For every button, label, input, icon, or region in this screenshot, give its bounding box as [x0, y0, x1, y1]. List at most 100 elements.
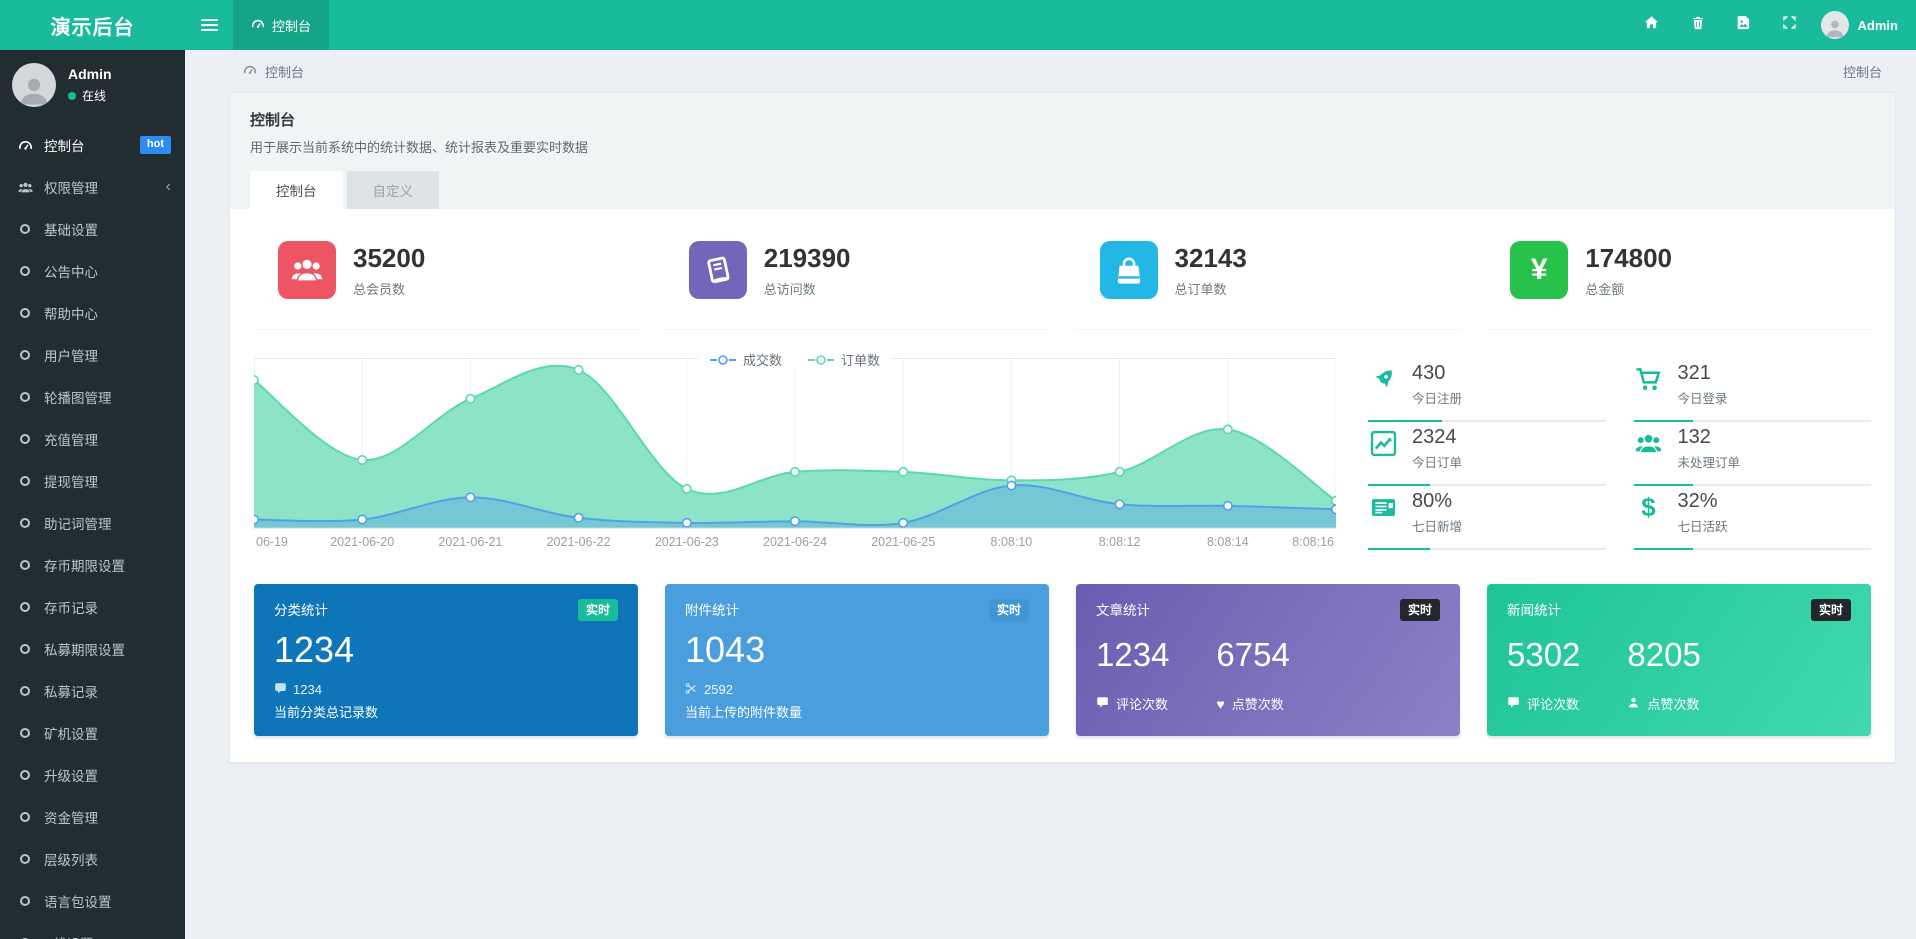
card-title: 新闻统计 [1507, 599, 1561, 619]
sidebar-user-name: Admin [68, 66, 112, 82]
cart-icon [1634, 364, 1664, 394]
sidebar-item-19[interactable]: K线设置 [0, 922, 185, 939]
circle-o-icon [16, 476, 34, 486]
realtime-badge: 实时 [1811, 599, 1851, 621]
stat-label: 总访问数 [764, 279, 851, 298]
breadcrumb-right[interactable]: 控制台 [1843, 62, 1882, 81]
sidebar-item-label: 助记词管理 [44, 513, 112, 533]
card-metric-label: 评论次数 [1507, 694, 1627, 713]
stat-card-orders: 32143 总订单数 [1076, 237, 1461, 330]
main-content: 控制台 控制台 控制台 用于展示当前系统中的统计数据、统计报表及重要实时数据 控… [185, 50, 1916, 939]
stat-card-visits: 219390 总访问数 [665, 237, 1050, 330]
circle-o-icon [16, 392, 34, 402]
svg-text:8:08:12: 8:08:12 [1099, 535, 1141, 549]
sidebar-item-8[interactable]: 提现管理 [0, 460, 185, 502]
heart-icon: ♥ [1216, 697, 1224, 711]
summary-cards-row: 分类统计 实时 1234 1234 当前分类总记录数 附件统计 [254, 584, 1871, 736]
comment-icon [1507, 696, 1520, 712]
sidebar-item-17[interactable]: 层级列表 [0, 838, 185, 880]
sidebar-item-1[interactable]: 权限管理 ‹ [0, 166, 185, 208]
user-icon [1627, 696, 1640, 712]
trash-icon [1691, 15, 1705, 35]
sidebar-item-label: 存币期限设置 [44, 555, 125, 575]
page-title: 控制台 [250, 109, 1875, 130]
sidebar-item-label: 权限管理 [44, 177, 98, 197]
circle-o-icon [16, 560, 34, 570]
nav-tab-dashboard[interactable]: 控制台 [233, 0, 329, 50]
sidebar-item-18[interactable]: 语言包设置 [0, 880, 185, 922]
mini-stat-label: 今日注册 [1412, 388, 1462, 407]
card-value: 5302 [1507, 637, 1627, 673]
sidebar-item-7[interactable]: 充值管理 [0, 418, 185, 460]
breadcrumb-current[interactable]: 控制台 [243, 62, 304, 81]
sidebar-item-15[interactable]: 升级设置 [0, 754, 185, 796]
sidebar-item-10[interactable]: 存币期限设置 [0, 544, 185, 586]
sidebar-item-14[interactable]: 矿机设置 [0, 712, 185, 754]
dashboard-icon [16, 138, 34, 153]
fullscreen-button[interactable] [1767, 0, 1813, 50]
chart-canvas: 06-192021-06-202021-06-212021-06-222021-… [254, 358, 1336, 554]
sidebar-item-label: 充值管理 [44, 429, 98, 449]
users-icon [1634, 428, 1664, 458]
svg-text:2021-06-24: 2021-06-24 [763, 535, 827, 549]
sidebar-item-0[interactable]: 控制台hot [0, 124, 185, 166]
sidebar-item-label: 资金管理 [44, 807, 98, 827]
stat-value: 219390 [764, 243, 851, 274]
sidebar-item-6[interactable]: 轮播图管理 [0, 376, 185, 418]
sidebar-item-9[interactable]: 助记词管理 [0, 502, 185, 544]
circle-o-icon [16, 224, 34, 234]
sidebar-item-12[interactable]: 私募期限设置 [0, 628, 185, 670]
clear-cache-button[interactable] [1721, 0, 1767, 50]
sidebar-item-2[interactable]: 基础设置 [0, 208, 185, 250]
svg-text:2021-06-25: 2021-06-25 [871, 535, 935, 549]
card-attachment-stats: 附件统计 实时 1043 2592 当前上传的附件数量 [665, 584, 1049, 736]
card-footer: 当前分类总记录数 [274, 702, 618, 721]
circle-o-icon [16, 266, 34, 276]
sidebar-item-label: 语言包设置 [44, 891, 112, 911]
stat-card-amount: ¥ 174800 总金额 [1486, 237, 1871, 330]
stat-value: 35200 [353, 243, 425, 274]
orders-chart: 成交数订单数 06-192021-06-202021-06-212021-06-… [254, 358, 1336, 554]
sidebar-item-5[interactable]: 用户管理 [0, 334, 185, 376]
circle-o-icon [16, 728, 34, 738]
rocket-icon [1368, 364, 1398, 394]
expand-icon [1782, 15, 1797, 35]
tab-custom[interactable]: 自定义 [347, 171, 440, 209]
sidebar-item-11[interactable]: 存币记录 [0, 586, 185, 628]
panel-body: 35200 总会员数 219390 总访问数 [230, 209, 1895, 762]
progress-bar [1368, 548, 1606, 550]
sidebar-item-label: 矿机设置 [44, 723, 98, 743]
card-title: 分类统计 [274, 599, 328, 619]
sidebar-item-label: K线设置 [44, 933, 94, 939]
card-metric-label: ♥ 点赞次数 [1216, 694, 1440, 713]
sidebar-item-3[interactable]: 公告中心 [0, 250, 185, 292]
user-menu[interactable]: Admin [1813, 0, 1916, 50]
users-icon [278, 241, 336, 299]
legend-item-1[interactable]: 订单数 [808, 350, 880, 369]
chevron-left-icon: ‹ [166, 179, 171, 195]
sidebar-item-label: 升级设置 [44, 765, 98, 785]
mini-stat-value: 132 [1678, 426, 1741, 449]
card-title: 文章统计 [1096, 599, 1150, 619]
brand-logo[interactable]: 演示后台 [0, 0, 185, 50]
realtime-badge: 实时 [1400, 599, 1440, 621]
tab-dashboard[interactable]: 控制台 [250, 171, 343, 209]
stat-cards-row: 35200 总会员数 219390 总访问数 [254, 237, 1871, 330]
sidebar-toggle-button[interactable] [185, 0, 233, 50]
hamburger-icon [201, 16, 218, 34]
legend-item-0[interactable]: 成交数 [710, 350, 782, 369]
page-subtitle: 用于展示当前系统中的统计数据、统计报表及重要实时数据 [250, 137, 1875, 156]
card-value: 1234 [274, 630, 618, 670]
progress-bar [1634, 484, 1872, 486]
mini-stat-today-orders: 2324 今日订单 [1368, 422, 1606, 486]
mini-stat-value: 321 [1678, 362, 1728, 385]
yen-icon: ¥ [1510, 241, 1568, 299]
avatar [12, 63, 56, 107]
home-button[interactable] [1629, 0, 1675, 50]
sidebar-item-4[interactable]: 帮助中心 [0, 292, 185, 334]
svg-text:8:08:10: 8:08:10 [991, 535, 1033, 549]
trash-button[interactable] [1675, 0, 1721, 50]
sidebar-item-13[interactable]: 私募记录 [0, 670, 185, 712]
sidebar-item-label: 控制台 [44, 135, 85, 155]
sidebar-item-16[interactable]: 资金管理 [0, 796, 185, 838]
